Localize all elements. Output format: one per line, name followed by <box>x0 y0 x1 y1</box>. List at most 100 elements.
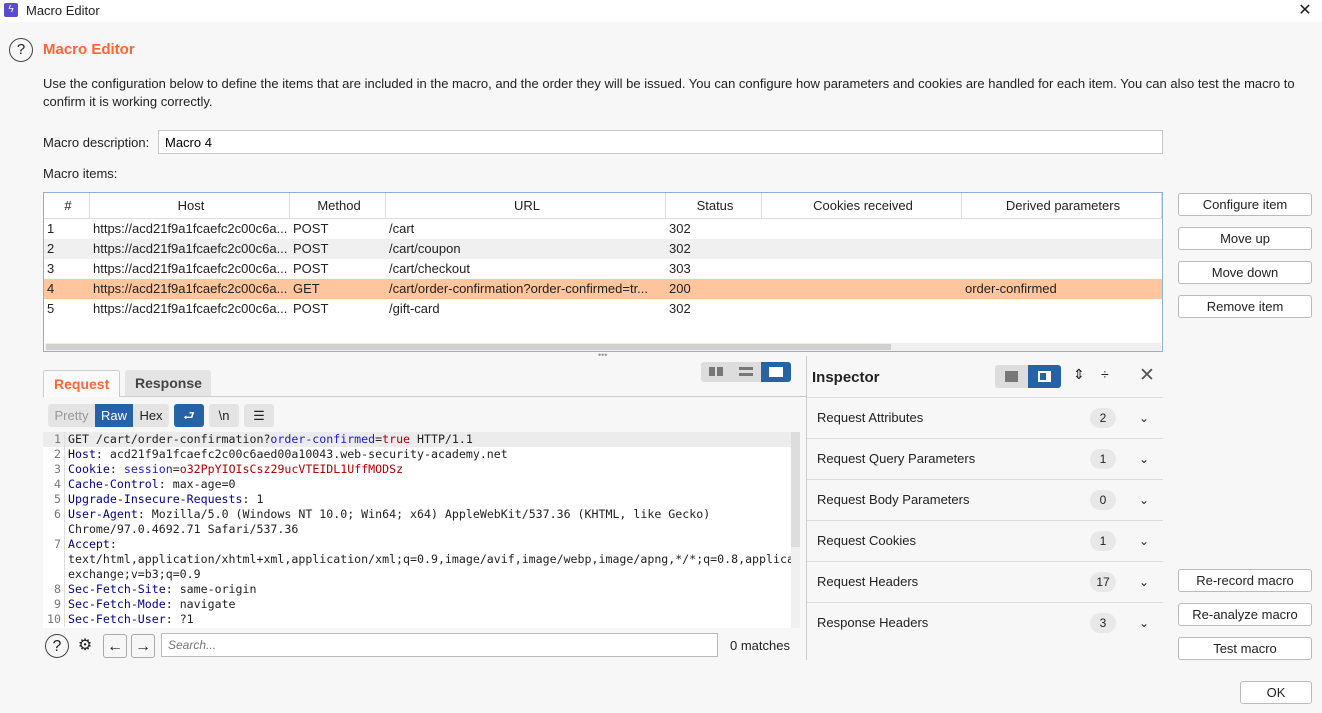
scrollbar-thumb[interactable] <box>791 432 800 547</box>
line-number: 5 <box>43 492 65 507</box>
help-icon[interactable]: ? <box>45 634 69 658</box>
split-vertical-icon[interactable] <box>739 367 753 376</box>
table-row[interactable]: 1 https://acd21f9a1fcaefc2c00c6a... POST/c… <box>44 219 1162 239</box>
table-cell <box>762 279 962 299</box>
chevron-down-icon[interactable]: ⌄ <box>1139 480 1149 520</box>
code-line: 10 Sec-Fetch-User: ?1 <box>43 612 800 627</box>
column-header[interactable]: Derived parameters <box>962 193 1162 218</box>
table-row[interactable]: 2 https://acd21f9a1fcaefc2c00c6a... POST/c… <box>44 239 1162 259</box>
table-cell: /cart/coupon <box>389 241 461 256</box>
code-token: : navigate <box>165 597 236 611</box>
code-line: 8 Sec-Fetch-Site: same-origin <box>43 582 800 597</box>
chevron-down-icon[interactable]: ⌄ <box>1139 439 1149 479</box>
inspector-title: Inspector <box>812 369 880 386</box>
help-icon[interactable]: ? <box>9 38 33 62</box>
column-header[interactable]: Cookies received <box>762 193 962 218</box>
line-number: 7 <box>43 537 65 582</box>
request-editor[interactable]: 1 GET /cart/order-confirmation?order-conf… <box>43 432 800 628</box>
inspector-section[interactable]: Request Attributes 2 ⌄ <box>807 397 1163 438</box>
dock-left-icon[interactable] <box>1005 371 1018 382</box>
rerecord-macro-button[interactable]: Re-record macro <box>1178 569 1312 592</box>
remove-item-button[interactable]: Remove item <box>1178 295 1312 318</box>
single-view-button[interactable] <box>761 362 791 382</box>
table-cell: POST <box>293 261 329 276</box>
reanalyze-macro-button[interactable]: Re-analyze macro <box>1178 603 1312 626</box>
code-token: : 1 <box>242 492 264 506</box>
code-token: Sec-Fetch-Site <box>68 582 166 596</box>
table-cell <box>962 219 1162 239</box>
column-header[interactable]: # <box>44 193 90 218</box>
count-badge: 1 <box>1090 531 1116 551</box>
section-label: Request Cookies <box>817 533 916 548</box>
menu-icon[interactable]: ☰ <box>244 404 274 427</box>
hex-mode-button[interactable]: Hex <box>133 404 169 427</box>
code-token: : <box>109 462 124 476</box>
inspector-section[interactable]: Request Body Parameters 0 ⌄ <box>807 479 1163 520</box>
tab-response[interactable]: Response <box>125 370 211 397</box>
line-number: 9 <box>43 597 65 612</box>
code-token: true <box>382 432 411 446</box>
column-header[interactable]: Method <box>290 193 386 218</box>
section-label: Request Body Parameters <box>817 492 970 507</box>
chevron-down-icon[interactable]: ⌄ <box>1139 603 1149 643</box>
test-macro-button[interactable]: Test macro <box>1178 637 1312 660</box>
chevron-down-icon[interactable]: ⌄ <box>1139 521 1149 561</box>
inspector-section[interactable]: Request Headers 17 ⌄ <box>807 561 1163 602</box>
table-cell: order-confirmed <box>965 281 1057 296</box>
code-token: order-confirmed <box>270 432 376 446</box>
table-row[interactable]: 3 https://acd21f9a1fcaefc2c00c6a... POST/c… <box>44 259 1162 279</box>
code-token: = <box>172 462 180 476</box>
code-line: 4 Cache-Control: max-age=0 <box>43 477 800 492</box>
table-row[interactable]: 5 https://acd21f9a1fcaefc2c00c6a... POST/g… <box>44 299 1162 319</box>
code-token: o32PpYIOIsCsz29ucVTEIDL1UffMODSz <box>179 462 404 476</box>
scrollbar-thumb[interactable] <box>46 344 891 350</box>
dock-right-icon[interactable] <box>1028 365 1061 388</box>
code-text: Sec-Fetch-User: ?1 <box>65 612 785 627</box>
configure-item-button[interactable]: Configure item <box>1178 193 1312 216</box>
collapse-all-icon[interactable]: ÷ <box>1101 366 1109 382</box>
description-text: Use the configuration below to define th… <box>43 76 1295 109</box>
macro-description-input[interactable] <box>158 130 1163 154</box>
expand-all-icon[interactable]: ⇕ <box>1073 366 1085 383</box>
chevron-down-icon[interactable]: ⌄ <box>1139 398 1149 438</box>
table-cell: POST <box>293 221 329 236</box>
column-header[interactable]: URL <box>386 193 666 218</box>
close-inspector-icon[interactable]: ✕ <box>1139 364 1155 387</box>
code-text: Accept: text/html,application/xhtml+xml,… <box>65 537 800 582</box>
word-wrap-icon[interactable]: ⮐ <box>174 404 204 427</box>
count-badge: 3 <box>1090 613 1116 633</box>
raw-mode-button[interactable]: Raw <box>95 404 133 427</box>
chevron-down-icon[interactable]: ⌄ <box>1139 562 1149 602</box>
move-down-button[interactable]: Move down <box>1178 261 1312 284</box>
splitter-handle[interactable]: ••• <box>598 350 607 360</box>
table-cell <box>962 299 1162 319</box>
pretty-mode-button[interactable]: Pretty <box>48 404 95 427</box>
table-cell: /gift-card <box>389 301 440 316</box>
table-header: # Host Method URL Status Cookies received Deri… <box>44 193 1162 219</box>
table-row[interactable]: 4 https://acd21f9a1fcaefc2c00c6a... GET/ca… <box>44 279 1162 299</box>
ok-button[interactable]: OK <box>1240 681 1312 704</box>
window-title: Macro Editor <box>26 3 100 18</box>
code-text: Cookie: session=o32PpYIOIsCsz29ucVTEIDL1… <box>65 462 785 477</box>
inspector-section[interactable]: Response Headers 3 ⌄ <box>807 602 1163 643</box>
table-cell: /cart/order-confirmation?order-confirmed… <box>389 281 649 296</box>
code-token: Host <box>68 447 96 461</box>
show-newlines-button[interactable]: \n <box>209 404 239 427</box>
column-header[interactable]: Status <box>666 193 762 218</box>
macro-description-label: Macro description: <box>43 135 150 150</box>
inspector-section[interactable]: Request Cookies 1 ⌄ <box>807 520 1163 561</box>
line-number: 6 <box>43 507 65 537</box>
search-input[interactable] <box>161 633 718 657</box>
column-header[interactable]: Host <box>90 193 290 218</box>
code-line: 2 Host: acd21f9a1fcaefc2c00c6aed00a10043.… <box>43 447 800 462</box>
move-up-button[interactable]: Move up <box>1178 227 1312 250</box>
tab-divider <box>120 396 806 397</box>
settings-gear-icon[interactable]: ⚙ <box>73 634 97 658</box>
split-horizontal-icon[interactable] <box>709 367 723 376</box>
inspector-section[interactable]: Request Query Parameters 1 ⌄ <box>807 438 1163 479</box>
back-arrow-icon[interactable]: ← <box>103 634 127 658</box>
tab-request[interactable]: Request <box>43 370 120 397</box>
line-number: 2 <box>43 447 65 462</box>
forward-arrow-icon[interactable]: → <box>131 634 155 658</box>
close-window-icon[interactable]: ✕ <box>1296 0 1314 20</box>
